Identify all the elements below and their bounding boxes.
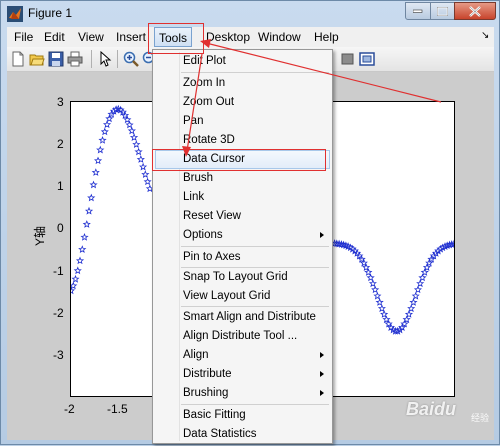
annotation-arrow-line — [205, 42, 442, 103]
figure-window: Figure 1 File Edit View Insert Tools Des… — [0, 0, 500, 445]
annotation-arrow-line — [186, 53, 203, 152]
watermark-logo: Baidu — [406, 399, 457, 419]
annotation-arrowhead — [200, 39, 211, 48]
annotation-arrows — [182, 39, 442, 157]
watermark-subtext: 经验 — [471, 413, 490, 423]
annotation-arrowhead — [182, 146, 191, 157]
